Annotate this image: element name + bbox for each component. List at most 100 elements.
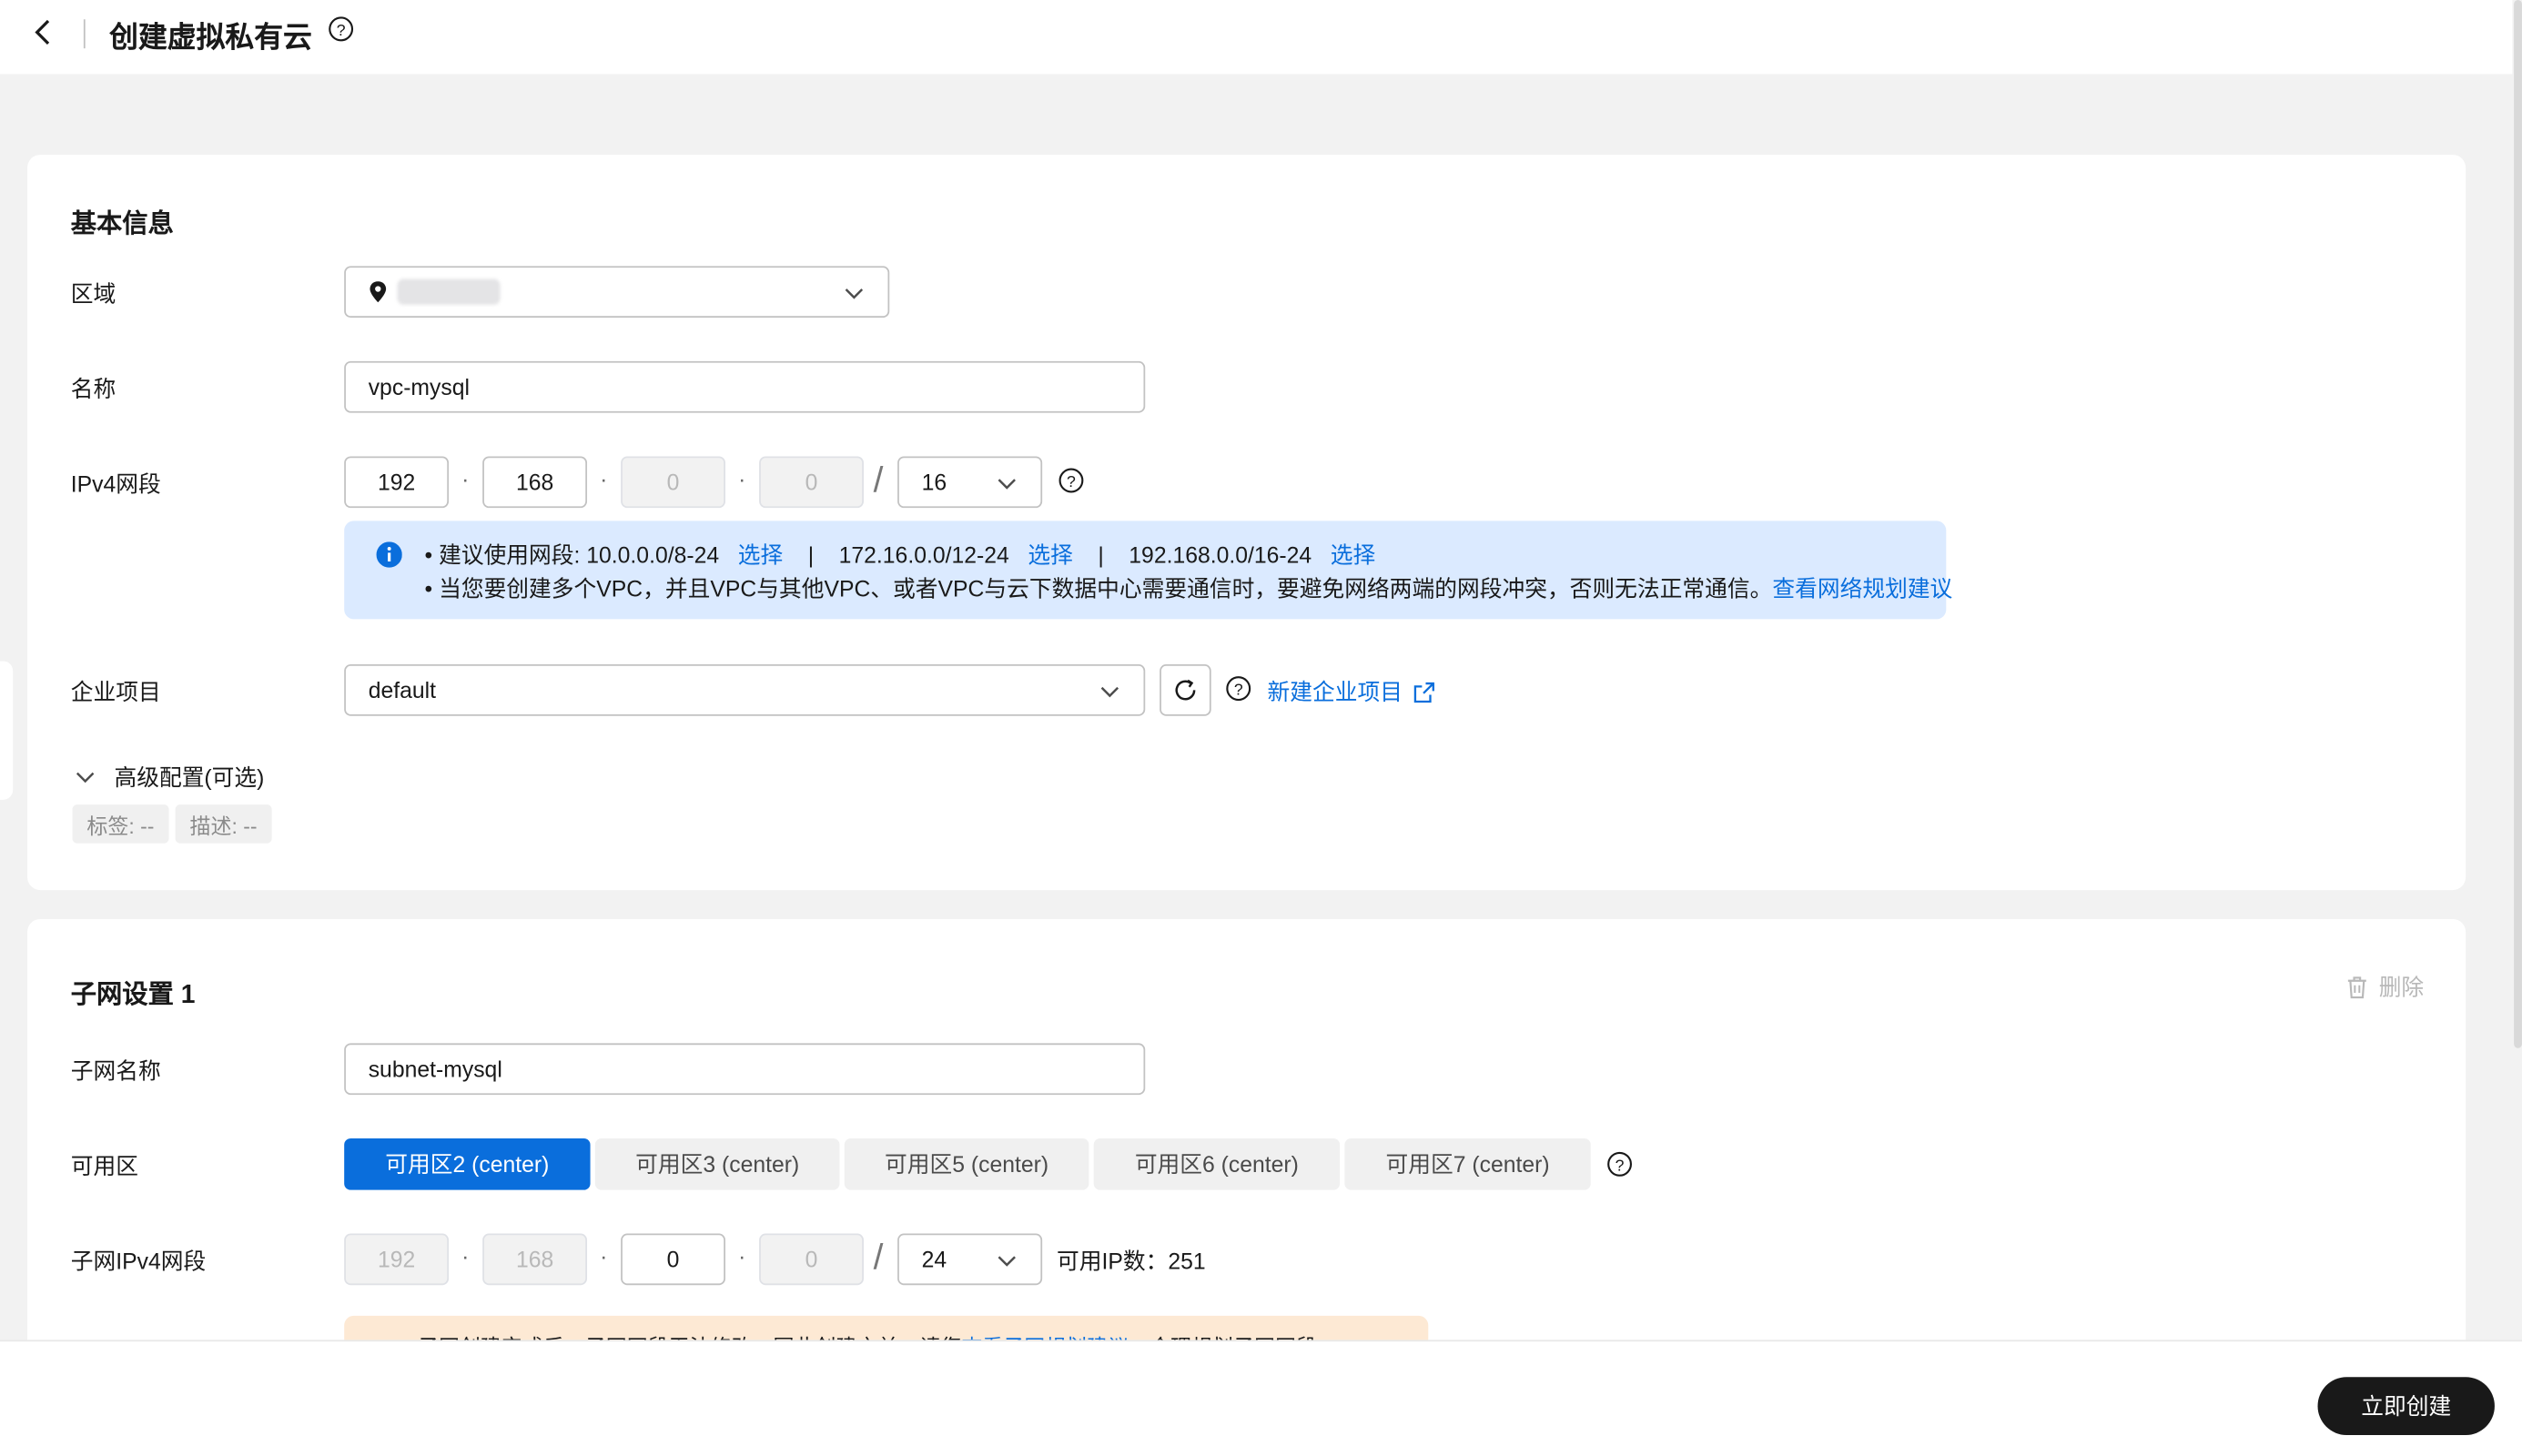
subnet-card: 子网设置 1 子网名称 subnet-mysql 可用区 子网IPv4网段 — [27, 918, 2466, 1355]
help-icon[interactable]: ? — [1606, 1151, 1633, 1177]
page-title: 创建虚拟私有云 — [109, 21, 312, 54]
ipv4-octet1-value: 192 — [377, 469, 416, 495]
bullet: • — [424, 575, 433, 602]
select-link-172[interactable]: 选择 — [1028, 541, 1072, 567]
subnet-name-label: 子网名称 — [70, 1057, 161, 1084]
help-icon[interactable]: ? — [1226, 675, 1251, 702]
az-option-6[interactable]: 可用区6 (center) — [1093, 1138, 1341, 1190]
vpc-name-input[interactable]: vpc-mysql — [344, 360, 1146, 413]
footer-bar — [0, 1340, 2522, 1456]
back-arrow-icon[interactable] — [29, 16, 58, 48]
ipv4-separator: · — [738, 466, 746, 492]
advanced-config-label: 高级配置(可选) — [114, 763, 265, 791]
ipv4-info-box: • 建议使用网段: 10.0.0.0/8-24 选择 | 172.16.0.0/… — [344, 521, 1952, 620]
info-line-conflict: • 当您要创建多个VPC，并且VPC与其他VPC、或者VPC与云下数据中心需要通… — [425, 572, 1953, 604]
az-option-3[interactable]: 可用区3 (center) — [594, 1138, 840, 1190]
new-enterprise-label: 新建企业项目 — [1267, 678, 1403, 705]
ipv4-octet2-value: 168 — [515, 469, 554, 495]
chevron-down-icon — [998, 479, 1016, 490]
help-icon[interactable]: ? — [1058, 468, 1084, 493]
ipv4-separator: · — [461, 466, 470, 492]
refresh-icon — [1175, 679, 1196, 701]
svg-text:?: ? — [1234, 681, 1243, 699]
network-plan-link[interactable]: 查看网络规划建议 — [1772, 576, 1952, 602]
vpc-name-value: vpc-mysql — [368, 374, 471, 400]
subnet-name-input[interactable]: subnet-mysql — [344, 1043, 1146, 1096]
enterprise-project-select[interactable]: default — [344, 664, 1146, 716]
page-scrollbar[interactable] — [2514, 0, 2522, 1048]
ipv4-octet1-input[interactable]: 192 — [344, 456, 450, 509]
subnet-mask-value: 24 — [921, 1246, 947, 1273]
chevron-down-icon — [845, 288, 864, 299]
trash-icon — [2347, 976, 2366, 999]
subnet-octet2-input: 168 — [482, 1233, 588, 1286]
location-pin-icon — [370, 281, 387, 303]
recommend-172: 172.16.0.0/12-24 — [838, 541, 1009, 568]
svg-text:?: ? — [337, 21, 346, 39]
chevron-down-icon — [76, 772, 95, 784]
tag-chip: 标签: -- — [72, 804, 169, 844]
basic-info-card: 基本信息 区域 名称 vpc-mysql IPv4网段 192 · 168 · … — [27, 155, 2466, 891]
svg-text:?: ? — [1067, 472, 1076, 490]
header-divider — [83, 19, 86, 49]
select-link-10[interactable]: 选择 — [738, 541, 783, 567]
ipv4-separator: · — [738, 1243, 746, 1269]
chevron-down-icon — [1100, 686, 1119, 698]
subnet-octet2-value: 168 — [515, 1246, 554, 1273]
conflict-text: 当您要创建多个VPC，并且VPC与其他VPC、或者VPC与云下数据中心需要通信时… — [439, 575, 1773, 602]
subnet-name-value: subnet-mysql — [368, 1056, 502, 1082]
advanced-config-toggle[interactable]: 高级配置(可选) — [74, 761, 264, 793]
chevron-down-icon — [998, 1256, 1016, 1267]
az-option-2[interactable]: 可用区2 (center) — [344, 1138, 591, 1190]
select-link-192[interactable]: 选择 — [1331, 541, 1375, 567]
side-collapse-handle[interactable] — [0, 661, 14, 800]
subnet-octet3-input[interactable]: 0 — [621, 1233, 726, 1286]
subnet-octet1-input: 192 — [344, 1233, 450, 1286]
subnet-octet4-input: 0 — [759, 1233, 864, 1286]
region-label: 区域 — [70, 280, 116, 307]
ipv4-separator: · — [600, 466, 608, 492]
info-icon — [376, 541, 402, 568]
recommend-192: 192.168.0.0/16-24 — [1129, 541, 1312, 568]
ipv4-slash: / — [873, 1237, 884, 1278]
name-label: 名称 — [70, 375, 116, 402]
new-enterprise-project-link[interactable]: 新建企业项目 — [1268, 675, 1437, 707]
refresh-button[interactable] — [1160, 664, 1211, 716]
ipv4-octet4-input: 0 — [759, 456, 864, 509]
enterprise-value: default — [368, 677, 436, 703]
subnet-octet1-value: 192 — [377, 1246, 416, 1273]
region-select[interactable] — [344, 266, 890, 318]
ipv4-slash: / — [873, 459, 884, 500]
subnet-ipv4-label: 子网IPv4网段 — [70, 1248, 207, 1274]
external-link-icon — [1413, 682, 1434, 703]
subnet-title: 子网设置 1 — [70, 982, 196, 1010]
ipv4-mask-value: 16 — [921, 469, 947, 495]
subnet-mask-select[interactable]: 24 — [897, 1233, 1043, 1286]
info-line-recommend: • 建议使用网段: 10.0.0.0/8-24 选择 | 172.16.0.0/… — [425, 539, 1376, 571]
info-separator: | — [807, 541, 815, 568]
ipv4-octet3-value: 0 — [666, 469, 680, 495]
az-option-5[interactable]: 可用区5 (center) — [844, 1138, 1089, 1190]
recommend-text: 建议使用网段: 10.0.0.0/8-24 — [439, 541, 720, 568]
ipv4-separator: · — [461, 1243, 470, 1269]
top-bar: 创建虚拟私有云 ? — [0, 0, 2513, 75]
subnet-octet4-value: 0 — [805, 1246, 818, 1273]
available-ip-count: 可用IP数：251 — [1057, 1248, 1206, 1274]
subnet-octet3-value: 0 — [666, 1246, 680, 1273]
svg-text:?: ? — [1615, 1156, 1625, 1174]
delete-label: 删除 — [2378, 974, 2425, 1000]
help-icon[interactable]: ? — [329, 16, 354, 42]
create-now-button[interactable]: 立即创建 — [2317, 1377, 2495, 1435]
ipv4-octet3-input: 0 — [621, 456, 726, 509]
delete-subnet-button[interactable]: 删除 — [2345, 971, 2425, 1003]
region-value-blurred — [397, 278, 501, 305]
ipv4-mask-select[interactable]: 16 — [897, 456, 1043, 509]
enterprise-label: 企业项目 — [70, 678, 161, 705]
az-option-7[interactable]: 可用区7 (center) — [1344, 1138, 1591, 1190]
bullet: • — [424, 541, 433, 568]
ipv4-separator: · — [600, 1243, 608, 1269]
description-chip: 描述: -- — [175, 804, 272, 844]
ipv4-octet2-input[interactable]: 168 — [482, 456, 588, 509]
info-separator: | — [1098, 541, 1104, 568]
az-label: 可用区 — [70, 1152, 138, 1179]
